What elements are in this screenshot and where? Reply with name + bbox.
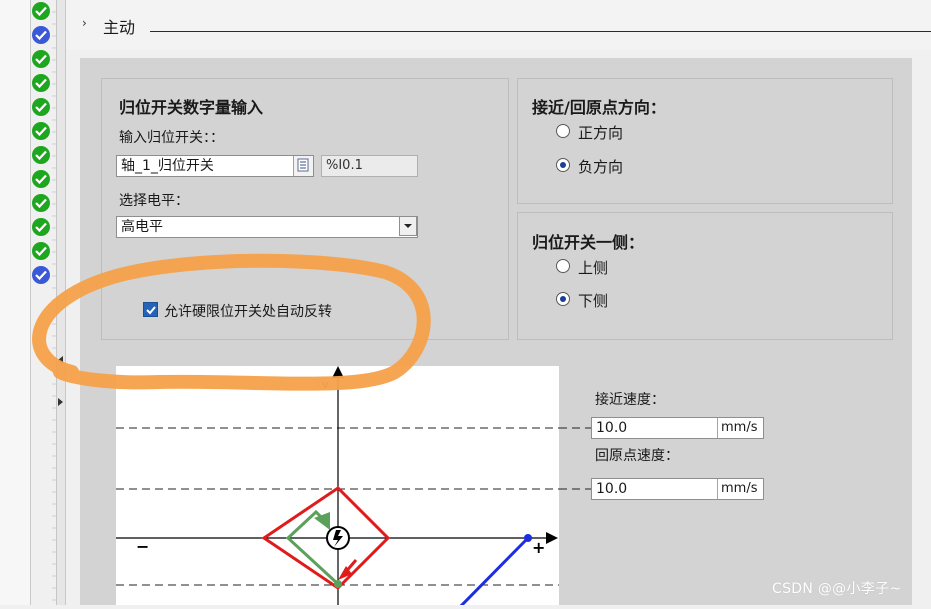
plus-sign: + (532, 538, 545, 557)
radio-positive-label: 正方向 (578, 124, 624, 142)
homing-switch-input[interactable]: 轴_1_归位开关 (116, 155, 314, 177)
blue-point (524, 534, 532, 542)
ok-status-icon (32, 50, 50, 68)
level-select[interactable]: 高电平 (116, 216, 418, 238)
section-header (66, 0, 931, 50)
list-icon (297, 158, 309, 172)
checkmark-icon (146, 306, 156, 315)
ok-status-icon (32, 242, 50, 260)
minus-sign: − (136, 537, 149, 556)
radio-lower[interactable] (556, 292, 570, 306)
approach-speed-input[interactable]: 10.0 mm/s (591, 417, 764, 439)
radio-positive[interactable] (556, 124, 570, 138)
section-title: 主动 (103, 18, 136, 37)
level-label: 选择电平： (119, 193, 189, 209)
green-path (285, 509, 340, 586)
radio-negative[interactable] (556, 158, 570, 172)
chevron-right-icon[interactable]: › (82, 16, 87, 30)
level-select-value: 高电平 (121, 219, 163, 235)
info-status-icon (32, 26, 50, 44)
chevron-down-icon (404, 224, 412, 228)
radio-upper-label: 上侧 (578, 259, 609, 277)
ok-status-icon (32, 2, 50, 20)
ok-status-icon (32, 146, 50, 164)
homing-input-title: 归位开关数字量输入 (119, 98, 264, 117)
dash-extension (559, 427, 593, 490)
s-axis-arrow (546, 532, 558, 544)
ok-status-icon (32, 122, 50, 140)
radio-lower-label: 下侧 (578, 292, 609, 310)
ok-status-icon (32, 218, 50, 236)
radio-upper[interactable] (556, 259, 570, 273)
blue-line (455, 536, 530, 609)
radio-negative-label: 负方向 (578, 158, 624, 176)
homing-diagram: v − + (116, 366, 591, 609)
homing-switch-value: 轴_1_归位开关 (121, 158, 214, 174)
level-dropdown-button[interactable] (399, 216, 417, 236)
auto-reverse-label: 允许硬限位开关处自动反转 (164, 304, 332, 320)
header-divider (150, 31, 931, 32)
browse-button[interactable] (293, 156, 313, 176)
homing-speed-input[interactable]: 10.0 mm/s (591, 478, 764, 500)
info-status-icon (32, 266, 50, 284)
approach-speed-label: 接近速度： (595, 392, 665, 408)
homing-speed-unit: mm/s (717, 479, 763, 499)
green-point (334, 580, 342, 588)
switch-side-title: 归位开关一侧： (532, 233, 645, 252)
homing-speed-label: 回原点速度： (595, 448, 679, 464)
ok-status-icon (32, 170, 50, 188)
divider (65, 0, 66, 605)
green-arrow-head (314, 512, 330, 530)
approach-speed-value: 10.0 (596, 420, 628, 436)
homing-speed-value: 10.0 (596, 481, 628, 497)
collapse-left-icon[interactable] (58, 356, 63, 364)
watermark: CSDN @@小李子~ (772, 581, 902, 597)
v-axis-arrow (332, 366, 344, 378)
approach-speed-unit: mm/s (717, 418, 763, 438)
address-field: %I0.1 (321, 155, 418, 177)
ok-status-icon (32, 74, 50, 92)
auto-reverse-checkbox[interactable] (143, 302, 158, 317)
homing-diagram-svg: v − + (116, 366, 591, 609)
ok-status-icon (32, 98, 50, 116)
v-axis-label: v (322, 378, 329, 391)
homing-switch-label: 输入归位开关：： (119, 130, 224, 146)
ok-status-icon (32, 194, 50, 212)
expand-right-icon[interactable] (58, 398, 63, 406)
status-column (0, 0, 31, 605)
approach-direction-title: 接近/回原点方向： (532, 98, 666, 117)
